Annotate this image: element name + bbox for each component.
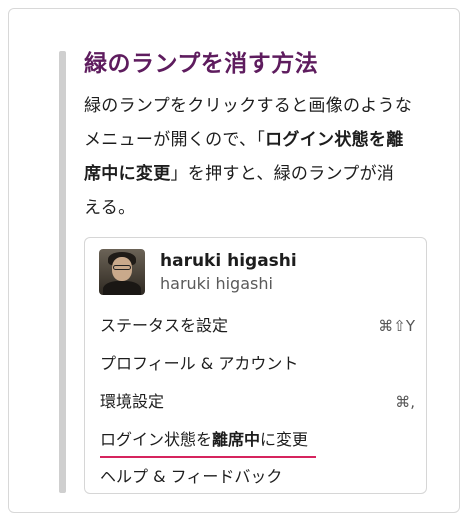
paragraph-bold-2: 席中に変更 <box>84 164 171 184</box>
menu-item-label-post: に変更 <box>260 430 309 449</box>
shortcut-label: ⌘, <box>395 393 415 411</box>
menu-item-label-bold: 離席中 <box>212 430 261 449</box>
avatar <box>99 249 145 295</box>
profile-name: haruki higashi <box>160 251 297 271</box>
paragraph-bold-1: ログイン状態を離 <box>265 130 404 150</box>
paragraph-line-1: 緑のランプをクリックすると画像のような <box>84 96 413 116</box>
highlight-underline <box>100 456 316 458</box>
menu-item-label: 環境設定 <box>100 392 165 411</box>
article-content: 緑のランプを消す方法 緑のランプをクリックすると画像のような メニューが開くので… <box>84 47 439 225</box>
menu-item-profile-account[interactable]: プロフィール & アカウント <box>100 349 415 379</box>
paragraph-line-4: える。 <box>84 198 136 218</box>
blockquote-bar <box>59 51 66 493</box>
menu-item-set-status[interactable]: ステータスを設定 ⌘⇧Y <box>100 311 415 341</box>
menu-item-label: プロフィール & アカウント <box>100 354 299 373</box>
section-paragraph: 緑のランプをクリックすると画像のような メニューが開くので、「ログイン状態を離 … <box>84 89 439 225</box>
section-title: 緑のランプを消す方法 <box>84 51 319 77</box>
menu-item-set-away[interactable]: ログイン状態を離席中に変更 <box>100 425 415 458</box>
user-menu: haruki higashi haruki higashi ステータスを設定 ⌘… <box>84 237 427 494</box>
profile-handle: haruki higashi <box>160 274 273 293</box>
menu-item-label: ヘルプ & フィードバック <box>100 467 283 486</box>
menu-item-label: ステータスを設定 <box>100 316 229 335</box>
article-card: 緑のランプを消す方法 緑のランプをクリックすると画像のような メニューが開くので… <box>8 8 460 513</box>
menu-item-preferences[interactable]: 環境設定 ⌘, <box>100 387 415 417</box>
paragraph-line-3: 」を押すと、緑のランプが消 <box>170 164 395 184</box>
paragraph-line-2: メニューが開くので、「 <box>84 130 266 150</box>
menu-item-help-feedback[interactable]: ヘルプ & フィードバック <box>100 462 415 492</box>
shortcut-label: ⌘⇧Y <box>378 317 415 335</box>
menu-item-label-pre: ログイン状態を <box>100 430 213 449</box>
